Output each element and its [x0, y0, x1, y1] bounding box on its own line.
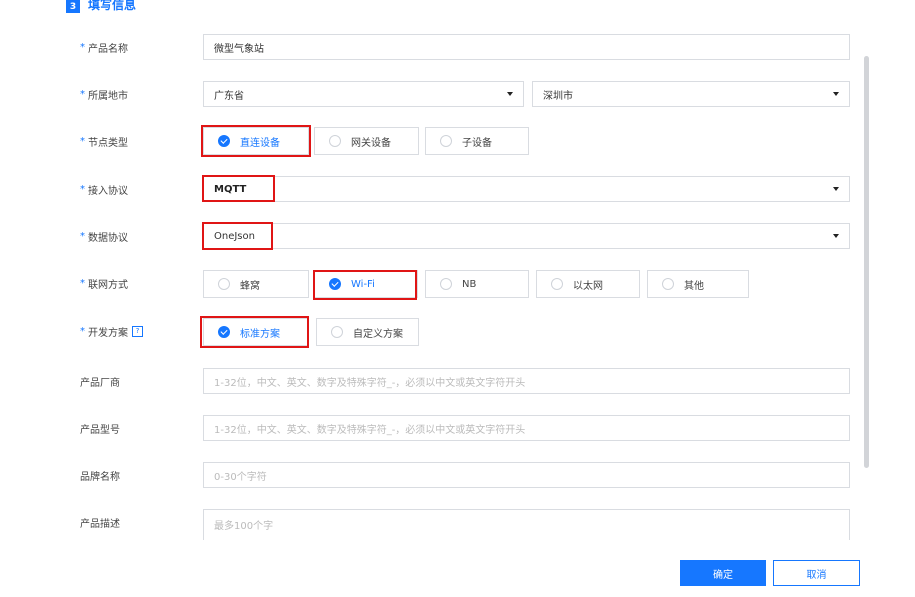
- cancel-button[interactable]: 取消: [773, 560, 860, 586]
- data-protocol-label-text: 数据协议: [88, 232, 128, 244]
- radio-icon: [662, 278, 674, 290]
- option-label: NB: [462, 278, 477, 290]
- dev-plan-label-text: 开发方案: [88, 327, 128, 339]
- network-option-other[interactable]: 其他: [647, 270, 749, 298]
- option-label: 自定义方案: [353, 328, 403, 340]
- option-label: Wi-Fi: [351, 278, 375, 290]
- chevron-down-icon: [833, 92, 839, 96]
- radio-checked-icon: [218, 135, 230, 147]
- network-option-wifi[interactable]: Wi-Fi: [314, 270, 418, 298]
- data-protocol-select[interactable]: OneJson: [203, 223, 850, 249]
- section-title: 填写信息: [88, 0, 137, 12]
- dev-plan-label: * 开发方案?: [80, 318, 143, 344]
- option-label: 标准方案: [240, 328, 280, 340]
- radio-icon: [440, 135, 452, 147]
- radio-icon: [551, 278, 563, 290]
- product-name-label: * 产品名称: [80, 34, 128, 60]
- option-label: 直连设备: [240, 137, 280, 149]
- help-icon[interactable]: ?: [132, 325, 143, 337]
- required-mark: *: [80, 88, 85, 100]
- radio-checked-icon: [218, 326, 230, 338]
- product-name-label-text: 产品名称: [88, 43, 128, 55]
- step-badge: 3: [66, 0, 80, 13]
- radio-icon: [329, 135, 341, 147]
- network-option-cellular[interactable]: 蜂窝: [203, 270, 309, 298]
- brand-input[interactable]: 0-30个字符: [203, 462, 850, 488]
- network-label-text: 联网方式: [88, 279, 128, 291]
- required-mark: *: [80, 135, 85, 147]
- description-label: 产品描述: [80, 518, 120, 530]
- required-mark: *: [80, 325, 85, 337]
- node-type-option-gateway[interactable]: 网关设备: [314, 127, 419, 155]
- option-label: 其他: [684, 280, 704, 292]
- data-protocol-value: OneJson: [214, 230, 255, 242]
- manufacturer-label: 产品厂商: [80, 377, 120, 389]
- node-type-option-direct[interactable]: 直连设备: [203, 127, 309, 155]
- required-mark: *: [80, 230, 85, 242]
- node-type-label-text: 节点类型: [88, 137, 128, 149]
- radio-checked-icon: [329, 278, 341, 290]
- dev-plan-option-custom[interactable]: 自定义方案: [316, 318, 419, 346]
- access-protocol-value: MQTT: [214, 183, 247, 195]
- radio-icon: [440, 278, 452, 290]
- radio-icon: [218, 278, 230, 290]
- region-label-text: 所属地市: [88, 90, 128, 102]
- province-select[interactable]: 广东省: [203, 81, 524, 107]
- required-mark: *: [80, 41, 85, 53]
- access-protocol-label-text: 接入协议: [88, 185, 128, 197]
- confirm-button[interactable]: 确定: [680, 560, 766, 586]
- dev-plan-option-standard[interactable]: 标准方案: [203, 318, 309, 346]
- model-input[interactable]: 1-32位，中文、英文、数字及特殊字符_-，必须以中文或英文字符开头: [203, 415, 850, 441]
- product-name-input[interactable]: 微型气象站: [203, 34, 850, 60]
- description-textarea[interactable]: 最多100个字: [203, 509, 850, 540]
- chevron-down-icon: [833, 187, 839, 191]
- required-mark: *: [80, 183, 85, 195]
- scrollbar[interactable]: [864, 56, 869, 468]
- node-type-option-sub[interactable]: 子设备: [425, 127, 529, 155]
- access-protocol-select[interactable]: MQTT: [203, 176, 850, 202]
- data-protocol-label: * 数据协议: [80, 223, 128, 249]
- city-select[interactable]: 深圳市: [532, 81, 850, 107]
- manufacturer-input[interactable]: 1-32位，中文、英文、数字及特殊字符_-，必须以中文或英文字符开头: [203, 368, 850, 394]
- brand-label: 品牌名称: [80, 471, 120, 483]
- node-type-label: * 节点类型: [80, 128, 128, 154]
- section-header: 3 填写信息: [66, 0, 136, 14]
- required-mark: *: [80, 277, 85, 289]
- access-protocol-label: * 接入协议: [80, 176, 128, 202]
- network-option-ethernet[interactable]: 以太网: [536, 270, 640, 298]
- chevron-down-icon: [833, 234, 839, 238]
- option-label: 以太网: [573, 280, 603, 292]
- chevron-down-icon: [507, 92, 513, 96]
- network-label: * 联网方式: [80, 270, 128, 296]
- radio-icon: [331, 326, 343, 338]
- form-area: 3 填写信息 * 产品名称 微型气象站 * 所属地市 广东省 深圳市 * 节点类型 直…: [0, 0, 915, 540]
- city-value: 深圳市: [543, 90, 573, 102]
- option-label: 蜂窝: [240, 280, 260, 292]
- option-label: 子设备: [462, 137, 492, 149]
- province-value: 广东省: [214, 90, 244, 102]
- region-label: * 所属地市: [80, 81, 128, 107]
- network-option-nb[interactable]: NB: [425, 270, 529, 298]
- model-label: 产品型号: [80, 424, 120, 436]
- option-label: 网关设备: [351, 137, 391, 149]
